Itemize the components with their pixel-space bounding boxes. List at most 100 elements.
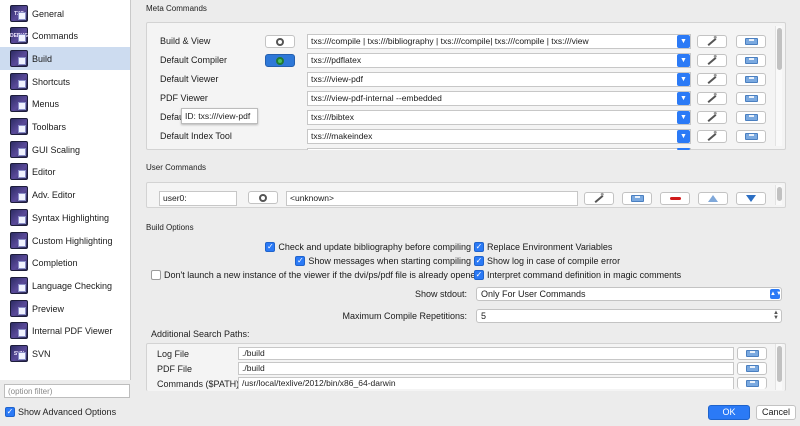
move-user-command-down-button[interactable] <box>736 192 766 205</box>
save-icon <box>744 38 758 45</box>
commands-path-field[interactable]: /usr/local/texlive/2012/bin/x86_64-darwi… <box>238 377 734 389</box>
sidebar-item-custom-highlighting[interactable]: Custom Highlighting <box>0 229 130 252</box>
option-filter-input[interactable] <box>4 384 130 398</box>
user-commands-scrollbar[interactable] <box>775 185 782 205</box>
sidebar-item-adv-editor[interactable]: Adv. Editor <box>0 183 130 206</box>
sidebar-item-svn[interactable]: SVN SVN <box>0 342 130 365</box>
build-view-command-field[interactable]: txs:///compile | txs:///bibliography | t… <box>307 34 691 49</box>
default-compiler-label: Default Compiler <box>160 55 228 65</box>
log-file-browse-button[interactable] <box>737 347 767 360</box>
sidebar-item-editor[interactable]: Editor <box>0 160 130 183</box>
user-command-edit-button[interactable] <box>584 192 614 205</box>
pdf-file-browse-button[interactable] <box>737 362 767 375</box>
default-index-tool-edit-button[interactable] <box>697 130 727 143</box>
default-viewer-save-button[interactable] <box>736 73 766 86</box>
chevron-down-icon <box>677 148 690 150</box>
sidebar-item-menus[interactable]: Menus <box>0 92 130 115</box>
pdf-viewer-save-button[interactable] <box>736 92 766 105</box>
arrow-down-icon <box>746 195 756 202</box>
sidebar-item-syntax-highlighting[interactable]: Syntax Highlighting <box>0 206 130 229</box>
scrollbar-thumb[interactable] <box>777 187 782 201</box>
default-index-tool-command-field[interactable]: txs:///makeindex <box>307 129 691 144</box>
sidebar-item-gui-scaling[interactable]: GUI Scaling <box>0 138 130 161</box>
default-bibliography-command-field[interactable]: txs:///bibtex <box>307 110 691 125</box>
wand-icon <box>707 132 717 141</box>
move-user-command-up-button[interactable] <box>698 192 728 205</box>
meta-commands-scrollbar[interactable] <box>775 26 782 146</box>
toolbars-icon <box>10 118 28 135</box>
pdf-viewer-edit-button[interactable] <box>697 92 727 105</box>
interpret-magic-comments-checkbox[interactable]: ✓ Interpret command definition in magic … <box>474 270 681 280</box>
stepper-icon[interactable]: ▲ ▼ <box>773 310 779 321</box>
save-icon <box>744 114 758 121</box>
wand-icon <box>707 56 717 65</box>
cancel-button[interactable]: Cancel <box>756 405 796 420</box>
sidebar-item-internal-pdf-viewer[interactable]: Internal PDF Viewer <box>0 319 130 342</box>
chevron-down-icon[interactable]: ▼ <box>677 111 690 124</box>
shortcuts-icon <box>10 73 28 90</box>
build-view-save-button[interactable] <box>736 35 766 48</box>
user-command-config-button[interactable] <box>248 191 278 204</box>
default-compiler-config-button[interactable] <box>265 54 295 67</box>
chevron-down-icon[interactable]: ▼ <box>677 130 690 143</box>
show-stdout-select[interactable]: Only For User Commands ▲▼ <box>476 287 782 301</box>
default-bibliography-edit-button[interactable] <box>697 111 727 124</box>
sidebar-item-toolbars[interactable]: Toolbars <box>0 115 130 138</box>
chevron-down-icon[interactable]: ▼ <box>677 92 690 105</box>
replace-env-vars-label: Replace Environment Variables <box>487 242 613 252</box>
adv-editor-icon <box>10 186 28 203</box>
pdf-viewer-command-field[interactable]: txs:///view-pdf-internal --embedded <box>307 91 691 106</box>
replace-env-vars-checkbox[interactable]: ✓ Replace Environment Variables <box>474 242 612 252</box>
default-compiler-save-button[interactable] <box>736 54 766 67</box>
checkmark-icon: ✓ <box>474 242 484 252</box>
user-command-name-field[interactable]: user0: <box>159 191 237 206</box>
default-compiler-command-field[interactable]: txs:///pdflatex <box>307 53 691 68</box>
save-icon <box>745 365 759 372</box>
check-bibliography-checkbox[interactable]: ✓ Check and update bibliography before c… <box>265 242 471 252</box>
build-view-edit-button[interactable] <box>697 35 727 48</box>
default-viewer-command-field[interactable]: txs:///view-pdf <box>307 72 691 87</box>
chevron-down-icon[interactable]: ▼ <box>677 54 690 67</box>
max-compile-reps-spinbox[interactable]: 5 ▲ ▼ <box>476 309 782 323</box>
save-icon <box>745 350 759 357</box>
default-viewer-label: Default Viewer <box>160 74 219 84</box>
dont-launch-viewer-checkbox[interactable]: Don't launch a new instance of the viewe… <box>151 270 480 280</box>
build-view-label: Build & View <box>160 36 211 46</box>
default-compiler-edit-button[interactable] <box>697 54 727 67</box>
wand-icon <box>594 194 604 203</box>
scrollbar-thumb[interactable] <box>777 28 782 70</box>
save-icon <box>745 380 759 387</box>
default-index-tool-save-button[interactable] <box>736 130 766 143</box>
sidebar-item-shortcuts[interactable]: Shortcuts <box>0 70 130 93</box>
default-bibliography-save-button[interactable] <box>736 111 766 124</box>
next-command-field-partial <box>307 148 691 150</box>
show-log-checkbox[interactable]: ✓ Show log in case of compile error <box>474 256 620 266</box>
pdf-file-path-field[interactable]: ./build <box>238 362 734 375</box>
build-view-config-button[interactable] <box>265 35 295 48</box>
sidebar-item-language-checking[interactable]: Language Checking <box>0 274 130 297</box>
user-command-value-field[interactable]: <unknown> <box>286 191 578 206</box>
ok-button[interactable]: OK <box>708 405 750 420</box>
sidebar-item-build[interactable]: Build <box>0 47 130 70</box>
sidebar-item-general[interactable]: TXS General <box>0 2 130 25</box>
search-paths-scrollbar[interactable] <box>775 344 782 390</box>
build-icon <box>10 50 28 67</box>
remove-user-command-button[interactable] <box>660 192 690 205</box>
sidebar-item-preview[interactable]: Preview <box>0 297 130 320</box>
log-file-path-field[interactable]: ./build <box>238 347 734 360</box>
dont-launch-viewer-label: Don't launch a new instance of the viewe… <box>164 270 481 280</box>
user-command-save-button[interactable] <box>622 192 652 205</box>
sidebar-item-completion[interactable]: Completion <box>0 251 130 274</box>
show-advanced-options-checkbox[interactable]: ✓ Show Advanced Options <box>5 407 116 417</box>
sidebar-item-label: General <box>32 8 65 19</box>
chevron-down-icon[interactable]: ▼ <box>677 35 690 48</box>
arrow-up-icon <box>708 195 718 202</box>
checkmark-icon: ✓ <box>295 256 306 266</box>
scrollbar-thumb[interactable] <box>777 346 782 382</box>
default-viewer-edit-button[interactable] <box>697 73 727 86</box>
sidebar-item-commands[interactable]: DEBUG Commands <box>0 24 130 47</box>
chevron-down-icon[interactable]: ▼ <box>677 73 690 86</box>
show-messages-checkbox[interactable]: ✓ Show messages when starting compiling <box>295 256 471 266</box>
meta-commands-title: Meta Commands <box>146 4 207 13</box>
commands-path-browse-button[interactable] <box>737 377 767 389</box>
